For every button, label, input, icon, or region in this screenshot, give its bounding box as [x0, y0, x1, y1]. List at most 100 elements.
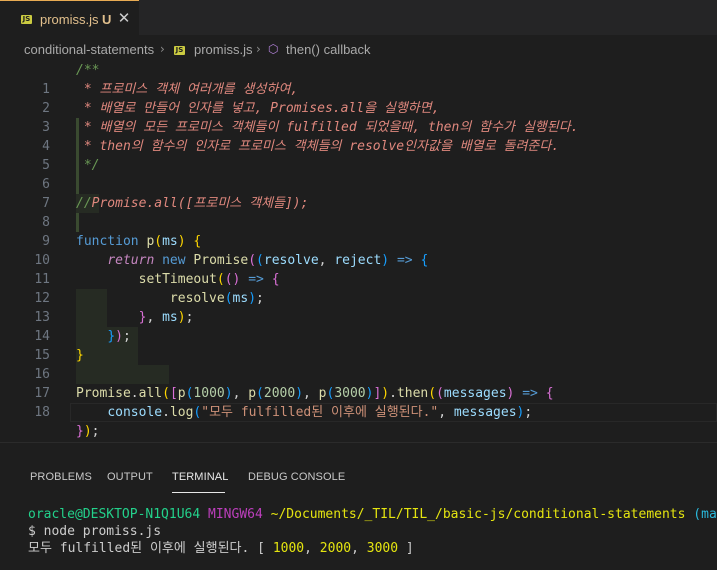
number-literal: 2000: [263, 386, 296, 401]
parameter: resolve: [263, 253, 319, 268]
breadcrumb-folder[interactable]: conditional-statements: [24, 42, 154, 57]
prompt-path: ~/Documents/_TIL/TIL_/basic-js/condition…: [270, 507, 686, 522]
bracket: ): [248, 291, 257, 306]
parameter: reject: [334, 253, 382, 268]
punctuation: ,: [438, 405, 454, 420]
code-text: */: [76, 158, 100, 173]
identifier: console: [107, 405, 163, 420]
bracket: ): [506, 386, 515, 401]
bracket: ): [177, 310, 186, 325]
code-text: });: [76, 422, 99, 441]
bracket: (: [162, 386, 170, 401]
method-cube-icon: ⬡: [268, 42, 279, 56]
close-tab-icon[interactable]: ✕: [116, 9, 132, 27]
tab-terminal[interactable]: TERMINAL: [172, 471, 228, 483]
code-line: 11 return new Promise((resolve, reject) …: [0, 251, 717, 308]
bracket: }: [107, 329, 116, 344]
bracket: ): [381, 386, 390, 401]
chevron-right-icon: ›: [160, 42, 165, 56]
punctuation: .: [130, 386, 139, 401]
parameter: ms: [162, 310, 178, 325]
number-literal: 3000: [334, 386, 366, 401]
code-text: Promise.all([p(1000), p(2000), p(3000)])…: [76, 384, 554, 403]
code-line: 18 Promise.all([p(1000), p(2000), p(3000…: [0, 384, 717, 420]
arrow-operator: =>: [248, 272, 264, 287]
output-punct: ,: [351, 541, 367, 556]
terminal-output: 모두 fulfilled된 이후에 실행된다. [ 1000, 2000, 30…: [28, 540, 414, 557]
function-call: setTimeout: [138, 272, 217, 287]
javascript-file-icon: JS: [21, 15, 32, 24]
bracket: ): [115, 329, 123, 344]
punctuation: ;: [185, 310, 194, 325]
bracket: }: [76, 424, 84, 439]
tab-bar: JS promiss.js U ✕: [0, 0, 717, 35]
code-text: function p(ms) {: [76, 232, 201, 251]
punctuation: ;: [256, 291, 264, 306]
parameter: ms: [232, 291, 249, 306]
code-line: 15 });: [0, 327, 717, 384]
editor-tab-promiss-js[interactable]: JS promiss.js U ✕: [0, 0, 139, 35]
code-editor[interactable]: 1 /** 2 * 프로미스 객체 여러개를 생성하여, 3 * 배열로 만들어…: [0, 57, 717, 479]
punctuation: ,: [318, 253, 335, 268]
punctuation: ,: [232, 386, 249, 401]
bracket: }: [76, 348, 84, 363]
bracket: (: [256, 386, 264, 401]
code-text: console.log("모두 fulfilled된 이후에 실행된다.", m…: [76, 403, 532, 422]
class-name: Promise: [76, 386, 131, 401]
breadcrumb: conditional-statements › JS promiss.js ›…: [0, 35, 717, 57]
parameter: ms: [162, 234, 178, 249]
arrow-operator: =>: [522, 386, 538, 401]
code-text: });: [76, 327, 130, 346]
code-line: 6 */: [0, 156, 717, 213]
bracket: {: [420, 253, 429, 268]
parameter: messages: [443, 386, 507, 401]
comment-text: Promise.all([프로미스 객체들]);: [91, 196, 309, 211]
class-name: Promise: [193, 253, 249, 268]
code-line: 14 }, ms);: [0, 308, 717, 384]
bracket: {: [271, 272, 280, 287]
code-line: 17: [0, 365, 717, 401]
code-text: resolve(ms);: [76, 289, 264, 308]
code-text: }: [76, 346, 84, 365]
terminal-command: $ node promiss.js: [28, 524, 162, 539]
function-call: p: [318, 386, 327, 401]
breadcrumb-file[interactable]: promiss.js: [194, 42, 253, 57]
punctuation: .: [389, 386, 397, 401]
output-punct: ,: [304, 541, 320, 556]
code-line: 10 function p(ms) {: [0, 232, 717, 268]
code-line: 8 //Promise.all([프로미스 객체들]);: [0, 194, 717, 230]
tab-problems[interactable]: PROBLEMS: [30, 471, 92, 483]
code-line: 12 setTimeout(() => {: [0, 270, 717, 346]
code-line: 7: [0, 175, 717, 232]
javascript-file-icon: JS: [174, 46, 185, 55]
code-line: 20 });: [0, 422, 717, 458]
punctuation: ;: [91, 424, 100, 439]
prompt-user: oracle@DESKTOP-N1Q1U64: [28, 507, 201, 522]
tab-debug-console[interactable]: DEBUG CONSOLE: [248, 471, 345, 483]
bottom-panel: PROBLEMS OUTPUT TERMINAL DEBUG CONSOLE o…: [0, 442, 717, 570]
bracket: [: [169, 386, 178, 401]
code-text: * 프로미스 객체 여러개를 생성하여,: [76, 82, 299, 97]
output-value: 1000: [272, 541, 305, 556]
bracket: {: [193, 234, 202, 249]
function-call: log: [169, 405, 194, 420]
code-line: 16 }: [0, 346, 717, 382]
tab-output[interactable]: OUTPUT: [107, 471, 153, 483]
string-literal: "모두 fulfilled된 이후에 실행된다.": [201, 405, 439, 420]
bracket: (: [428, 386, 437, 401]
keyword: new: [162, 253, 186, 268]
function-call: p: [177, 386, 186, 401]
output-value: 3000: [366, 541, 399, 556]
function-call: all: [138, 386, 163, 401]
breadcrumb-symbol[interactable]: then() callback: [286, 42, 371, 57]
punctuation: ;: [524, 405, 533, 420]
code-line: 13 resolve(ms);: [0, 289, 717, 384]
bracket: (: [216, 272, 225, 287]
bracket: ): [295, 386, 304, 401]
code-line: 4 * 배열의 모든 프로미스 객체들이 fulfilled 되었을때, the…: [0, 118, 717, 175]
output-value: 2000: [319, 541, 352, 556]
output-text: 모두 fulfilled된 이후에 실행된다. [: [28, 541, 273, 556]
bracket: (: [248, 253, 257, 268]
output-close: ]: [398, 541, 414, 556]
code-line: 9: [0, 213, 717, 249]
